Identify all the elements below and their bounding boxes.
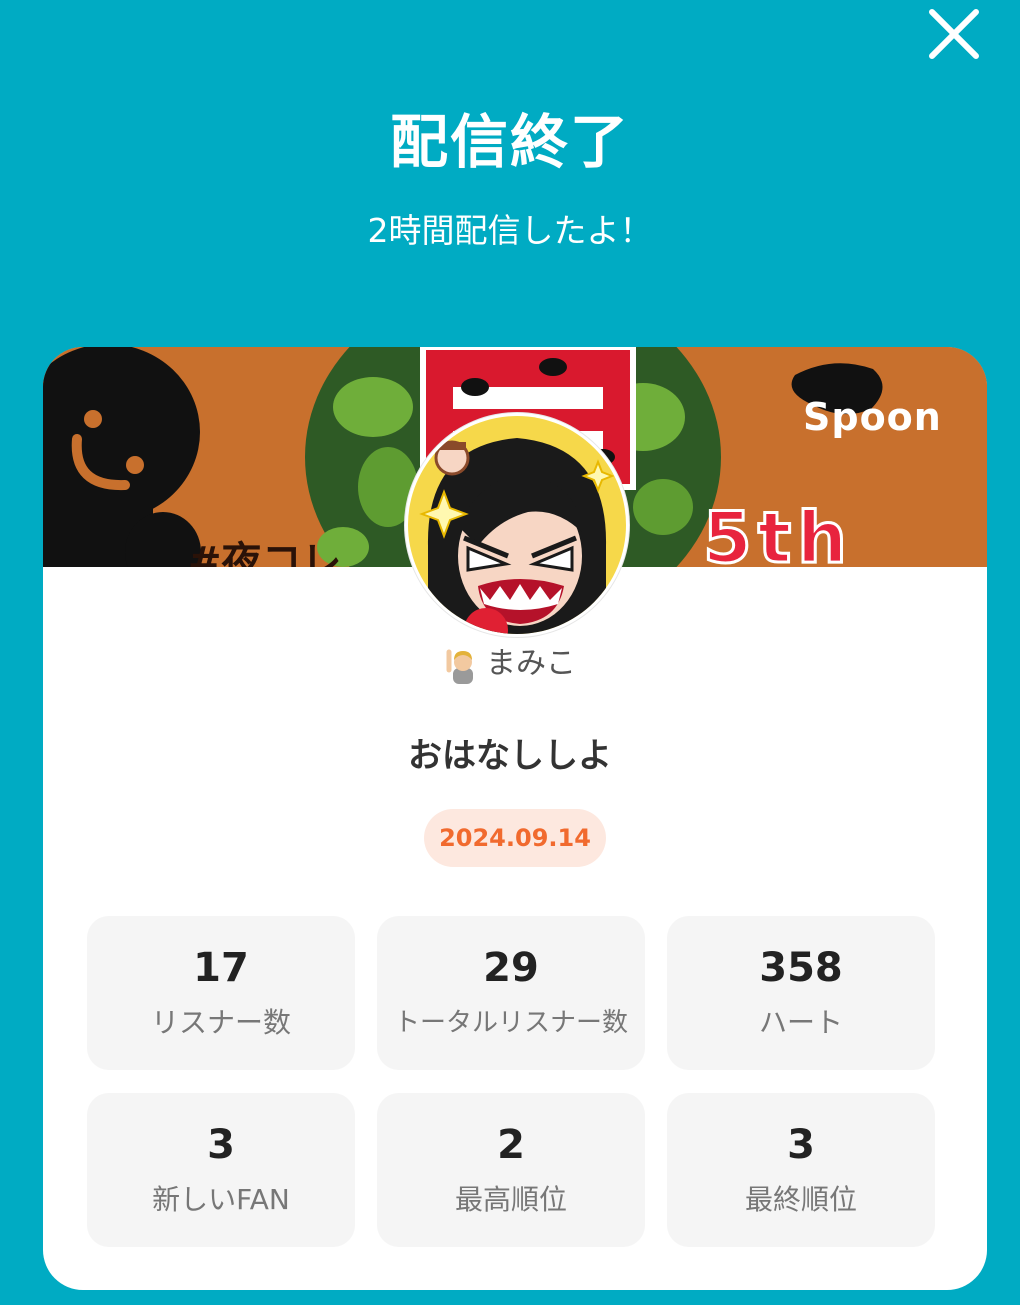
host-name-row[interactable]: まみこ bbox=[0, 644, 1020, 684]
stat-label: トータルリスナー数 bbox=[393, 1008, 628, 1038]
host-name: まみこ bbox=[486, 646, 576, 681]
live-title: おはなししよ bbox=[408, 736, 612, 776]
stat-hearts: 358 ハート bbox=[667, 916, 935, 1070]
stat-label: リスナー数 bbox=[150, 1006, 291, 1039]
stat-listeners: 17 リスナー数 bbox=[87, 916, 355, 1070]
broadcast-duration-text: 2時間配信したよ！ bbox=[367, 211, 653, 250]
stat-label: 最高順位 bbox=[454, 1183, 567, 1216]
raising-hand-person-icon bbox=[444, 646, 482, 684]
close-button[interactable] bbox=[926, 6, 982, 62]
stat-value: 29 bbox=[483, 945, 539, 991]
stat-value: 3 bbox=[207, 1122, 235, 1168]
stat-label: ハート bbox=[758, 1006, 843, 1039]
close-icon bbox=[929, 9, 979, 59]
stat-final-rank: 3 最終順位 bbox=[667, 1093, 935, 1247]
cover-hashtag: #夜コレ bbox=[188, 539, 342, 567]
page-title: 配信終了 bbox=[389, 108, 630, 176]
stat-highest-rank: 2 最高順位 bbox=[377, 1093, 645, 1247]
stat-value: 3 bbox=[787, 1122, 815, 1168]
stat-value: 358 bbox=[759, 945, 843, 991]
avatar-illustration bbox=[408, 416, 626, 634]
host-avatar[interactable] bbox=[405, 413, 629, 637]
spoon-logo: Spoon bbox=[803, 395, 942, 439]
stat-total-listeners: 29 トータルリスナー数 bbox=[377, 916, 645, 1070]
stat-new-fans: 3 新しいFAN bbox=[87, 1093, 355, 1247]
stat-value: 17 bbox=[193, 945, 249, 991]
stat-label: 最終順位 bbox=[744, 1183, 857, 1216]
stat-label: 新しいFAN bbox=[152, 1183, 290, 1216]
stat-value: 2 bbox=[497, 1122, 525, 1168]
date-badge: 2024.09.14 bbox=[424, 809, 606, 867]
cover-anniversary-text: 5th bbox=[701, 496, 854, 568]
